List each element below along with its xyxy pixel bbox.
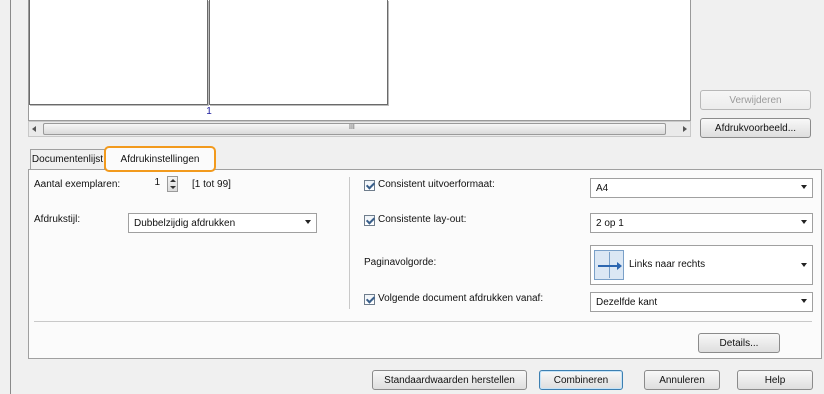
consistent-output-checkbox[interactable] (364, 180, 375, 191)
chevron-down-icon (801, 220, 807, 224)
preview-page-left (29, 0, 208, 105)
consistent-output-label: Consistent uitvoerformaat: (378, 179, 495, 190)
tab-document-list[interactable]: Documentenlijst (30, 149, 105, 169)
remove-button[interactable]: Verwijderen (700, 90, 811, 110)
page-order-label: Paginavolgorde: (364, 257, 437, 268)
chevron-down-icon (801, 263, 807, 267)
consistent-layout-value: 2 op 1 (596, 217, 624, 229)
next-doc-value: Dezelfde kant (596, 296, 658, 308)
print-style-value: Dubbelzijdig afdrukken (134, 217, 236, 229)
consistent-output-select[interactable]: A4 (590, 178, 813, 198)
copies-range-label: [1 tot 99] (192, 179, 231, 190)
tab-label: Afdrukinstellingen (120, 153, 200, 165)
print-style-select[interactable]: Dubbelzijdig afdrukken (128, 213, 317, 233)
next-doc-label: Volgende document afdrukken vanaf: (378, 293, 544, 304)
spin-down-icon[interactable] (170, 186, 176, 189)
settings-separator (34, 321, 812, 322)
combine-button[interactable]: Combineren (539, 370, 623, 390)
spin-up-icon[interactable] (170, 179, 176, 182)
scrollbar-thumb[interactable]: III (43, 123, 666, 135)
details-button[interactable]: Details... (698, 333, 780, 353)
preview-page-number: 1 (206, 106, 212, 117)
consistent-layout-checkbox[interactable] (364, 215, 375, 226)
cancel-button[interactable]: Annuleren (644, 370, 720, 390)
consistent-output-value: A4 (596, 182, 609, 194)
copies-field[interactable]: 1 (128, 176, 164, 192)
next-doc-select[interactable]: Dezelfde kant (590, 292, 813, 312)
print-style-label: Afdrukstijl: (34, 214, 81, 225)
scrollbar-grip-icon: III (349, 124, 355, 131)
window-left-border (10, 0, 11, 394)
tab-label: Documentenlijst (31, 154, 104, 165)
consistent-layout-select[interactable]: 2 op 1 (590, 213, 813, 233)
copies-label: Aantal exemplaren: (34, 179, 121, 190)
left-to-right-order-icon (594, 250, 624, 280)
chevron-down-icon (305, 220, 311, 224)
print-preview-button[interactable]: Afdrukvoorbeeld... (700, 118, 811, 138)
preview-pane: 1 (28, 0, 691, 121)
column-separator (349, 177, 350, 309)
scroll-right-arrow-icon[interactable] (683, 126, 687, 132)
copies-spinner[interactable] (167, 176, 178, 192)
next-doc-checkbox[interactable] (364, 294, 375, 305)
scroll-left-arrow-icon[interactable] (32, 126, 36, 132)
chevron-down-icon (801, 185, 807, 189)
preview-scrollbar[interactable]: III (28, 121, 691, 137)
chevron-down-icon (801, 299, 807, 303)
preview-page-right (209, 0, 388, 105)
tab-print-settings[interactable]: Afdrukinstellingen (104, 146, 216, 172)
page-order-select[interactable]: Links naar rechts (590, 245, 813, 285)
help-button[interactable]: Help (737, 370, 813, 390)
consistent-layout-label: Consistente lay-out: (378, 214, 467, 225)
page-order-value: Links naar rechts (629, 259, 706, 270)
restore-defaults-button[interactable]: Standaardwaarden herstellen (372, 370, 527, 390)
